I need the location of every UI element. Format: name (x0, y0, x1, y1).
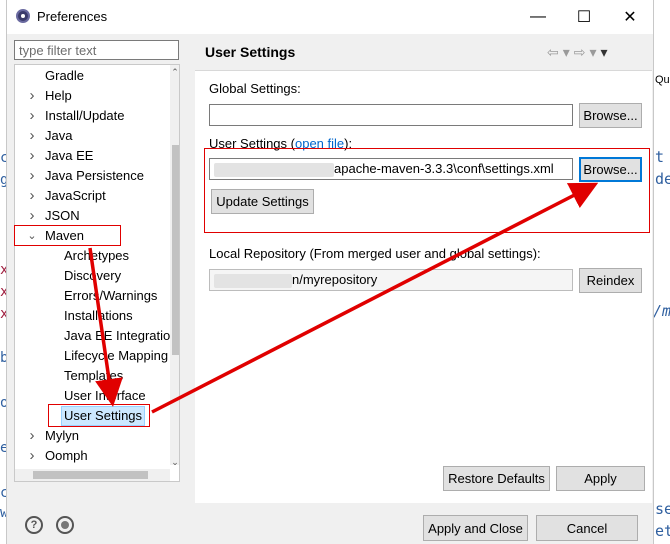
scroll-down-icon[interactable]: ⌄ (170, 457, 179, 468)
local-repository-label: Local Repository (From merged user and g… (209, 246, 541, 261)
tree-item[interactable]: Discovery (15, 266, 170, 286)
tree-item-label: Java EE (45, 148, 94, 163)
tree-item[interactable]: Errors/Warnings (15, 286, 170, 306)
view-menu-chevron-icon[interactable]: ▾ (601, 44, 608, 60)
collapsed-chevron-icon[interactable]: › (27, 106, 37, 126)
tree-item-label: Java EE Integration (64, 328, 178, 343)
editor-fragment: et (655, 522, 670, 540)
tree-vertical-scroll-thumb[interactable] (172, 145, 179, 355)
collapsed-chevron-icon[interactable]: › (27, 186, 37, 206)
tree-item-label: Help (45, 88, 72, 103)
tree-item-label: Errors/Warnings (64, 288, 158, 303)
local-repository-path: n/myrepository (292, 272, 378, 287)
tree-item[interactable]: › Install/Update (15, 106, 170, 126)
tree-item-label: Gradle (45, 68, 85, 83)
tree-item[interactable]: Gradle (15, 66, 170, 86)
tree-item[interactable]: Installations (15, 306, 170, 326)
quick-access-fragment: Quic (655, 74, 670, 86)
tree-item[interactable]: › Java (15, 126, 170, 146)
tree-item[interactable]: › Mylyn (15, 426, 170, 446)
close-button[interactable]: ✕ (607, 0, 653, 34)
tree-item-label: Java (45, 128, 73, 143)
minimize-button[interactable]: — (515, 0, 561, 34)
tree-item-label: Templates (64, 368, 124, 383)
tree-item-label: Mylyn (45, 428, 79, 443)
preferences-dialog: Preferences — ☐ ✕ Gradle › Help › Install/Up… (6, 0, 654, 544)
global-browse-button[interactable]: Browse... (579, 103, 642, 128)
eclipse-app-icon (16, 9, 30, 23)
tree-item-label: User Interface (64, 388, 146, 403)
tree-horizontal-scroll-thumb[interactable] (33, 471, 148, 479)
collapsed-chevron-icon[interactable]: › (27, 126, 37, 146)
import-export-icon[interactable] (56, 516, 74, 534)
tree-item[interactable]: Lifecycle Mapping (15, 346, 170, 366)
tree-item[interactable]: Templates (15, 366, 170, 386)
reindex-button[interactable]: Reindex (579, 268, 642, 293)
apply-and-close-button[interactable]: Apply and Close (423, 515, 528, 541)
tree-item-label: Java Persistence (45, 168, 144, 183)
collapsed-chevron-icon[interactable]: › (27, 166, 37, 186)
tree-item[interactable]: › Help (15, 86, 170, 106)
global-settings-input[interactable] (209, 104, 573, 126)
page-title: User Settings (205, 44, 296, 60)
editor-fragment: /m (653, 302, 670, 320)
collapsed-chevron-icon[interactable]: › (27, 86, 37, 106)
page-navigation: ⇦ ▾ ⇨ ▾ ▾ (547, 44, 612, 61)
tree-item[interactable]: › Oomph (15, 446, 170, 466)
cancel-button[interactable]: Cancel (536, 515, 638, 541)
apply-button[interactable]: Apply (556, 466, 645, 491)
annotation-box-user-settings (48, 404, 150, 427)
tree-item-label: Archetypes (64, 248, 130, 263)
collapsed-chevron-icon[interactable]: › (27, 146, 37, 166)
maximize-button[interactable]: ☐ (561, 0, 607, 34)
tree-item-label: Lifecycle Mapping (64, 348, 169, 363)
tree-item[interactable]: Archetypes (15, 246, 170, 266)
forward-menu-chevron-icon[interactable]: ▾ (590, 44, 597, 60)
redacted-path (214, 273, 292, 288)
collapsed-chevron-icon[interactable]: › (27, 446, 37, 466)
tree-item[interactable]: User Interface (15, 386, 170, 406)
annotation-box-maven (14, 225, 121, 246)
annotation-box-user-settings-field (204, 148, 650, 233)
forward-arrow-icon[interactable]: ⇨ (574, 44, 586, 60)
editor-fragment: de (655, 170, 670, 188)
tree-item[interactable]: › Java EE (15, 146, 170, 166)
local-repository-field: n/myrepository (209, 269, 573, 291)
tree-item[interactable]: › Java Persistence (15, 166, 170, 186)
tree-item[interactable]: › JavaScript (15, 186, 170, 206)
back-arrow-icon[interactable]: ⇦ (547, 44, 559, 60)
tree-item-label: Install/Update (45, 108, 125, 123)
tree-item[interactable]: › JSON (15, 206, 170, 226)
back-menu-chevron-icon[interactable]: ▾ (563, 44, 570, 60)
editor-fragment: t (655, 148, 665, 166)
tree-item-label: Oomph (45, 448, 88, 463)
tree-item-label: JavaScript (45, 188, 106, 203)
tree-item-label: JSON (45, 208, 80, 223)
window-title: Preferences (37, 9, 108, 24)
filter-input[interactable] (14, 40, 179, 60)
help-icon[interactable]: ? (25, 516, 43, 534)
restore-defaults-button[interactable]: Restore Defaults (443, 466, 550, 491)
editor-fragment: se (655, 500, 670, 518)
collapsed-chevron-icon[interactable]: › (27, 426, 37, 446)
scroll-up-icon[interactable]: ⌃ (170, 67, 179, 78)
collapsed-chevron-icon[interactable]: › (27, 206, 37, 226)
tree-item-label: Discovery (64, 268, 122, 283)
title-bar[interactable]: Preferences — ☐ ✕ (7, 0, 653, 34)
tree-item-label: Installations (64, 308, 133, 323)
tree-item[interactable]: Java EE Integration (15, 326, 177, 346)
background-editor-right: Quic t de /m se et (652, 0, 670, 544)
global-settings-label: Global Settings: (209, 81, 301, 96)
